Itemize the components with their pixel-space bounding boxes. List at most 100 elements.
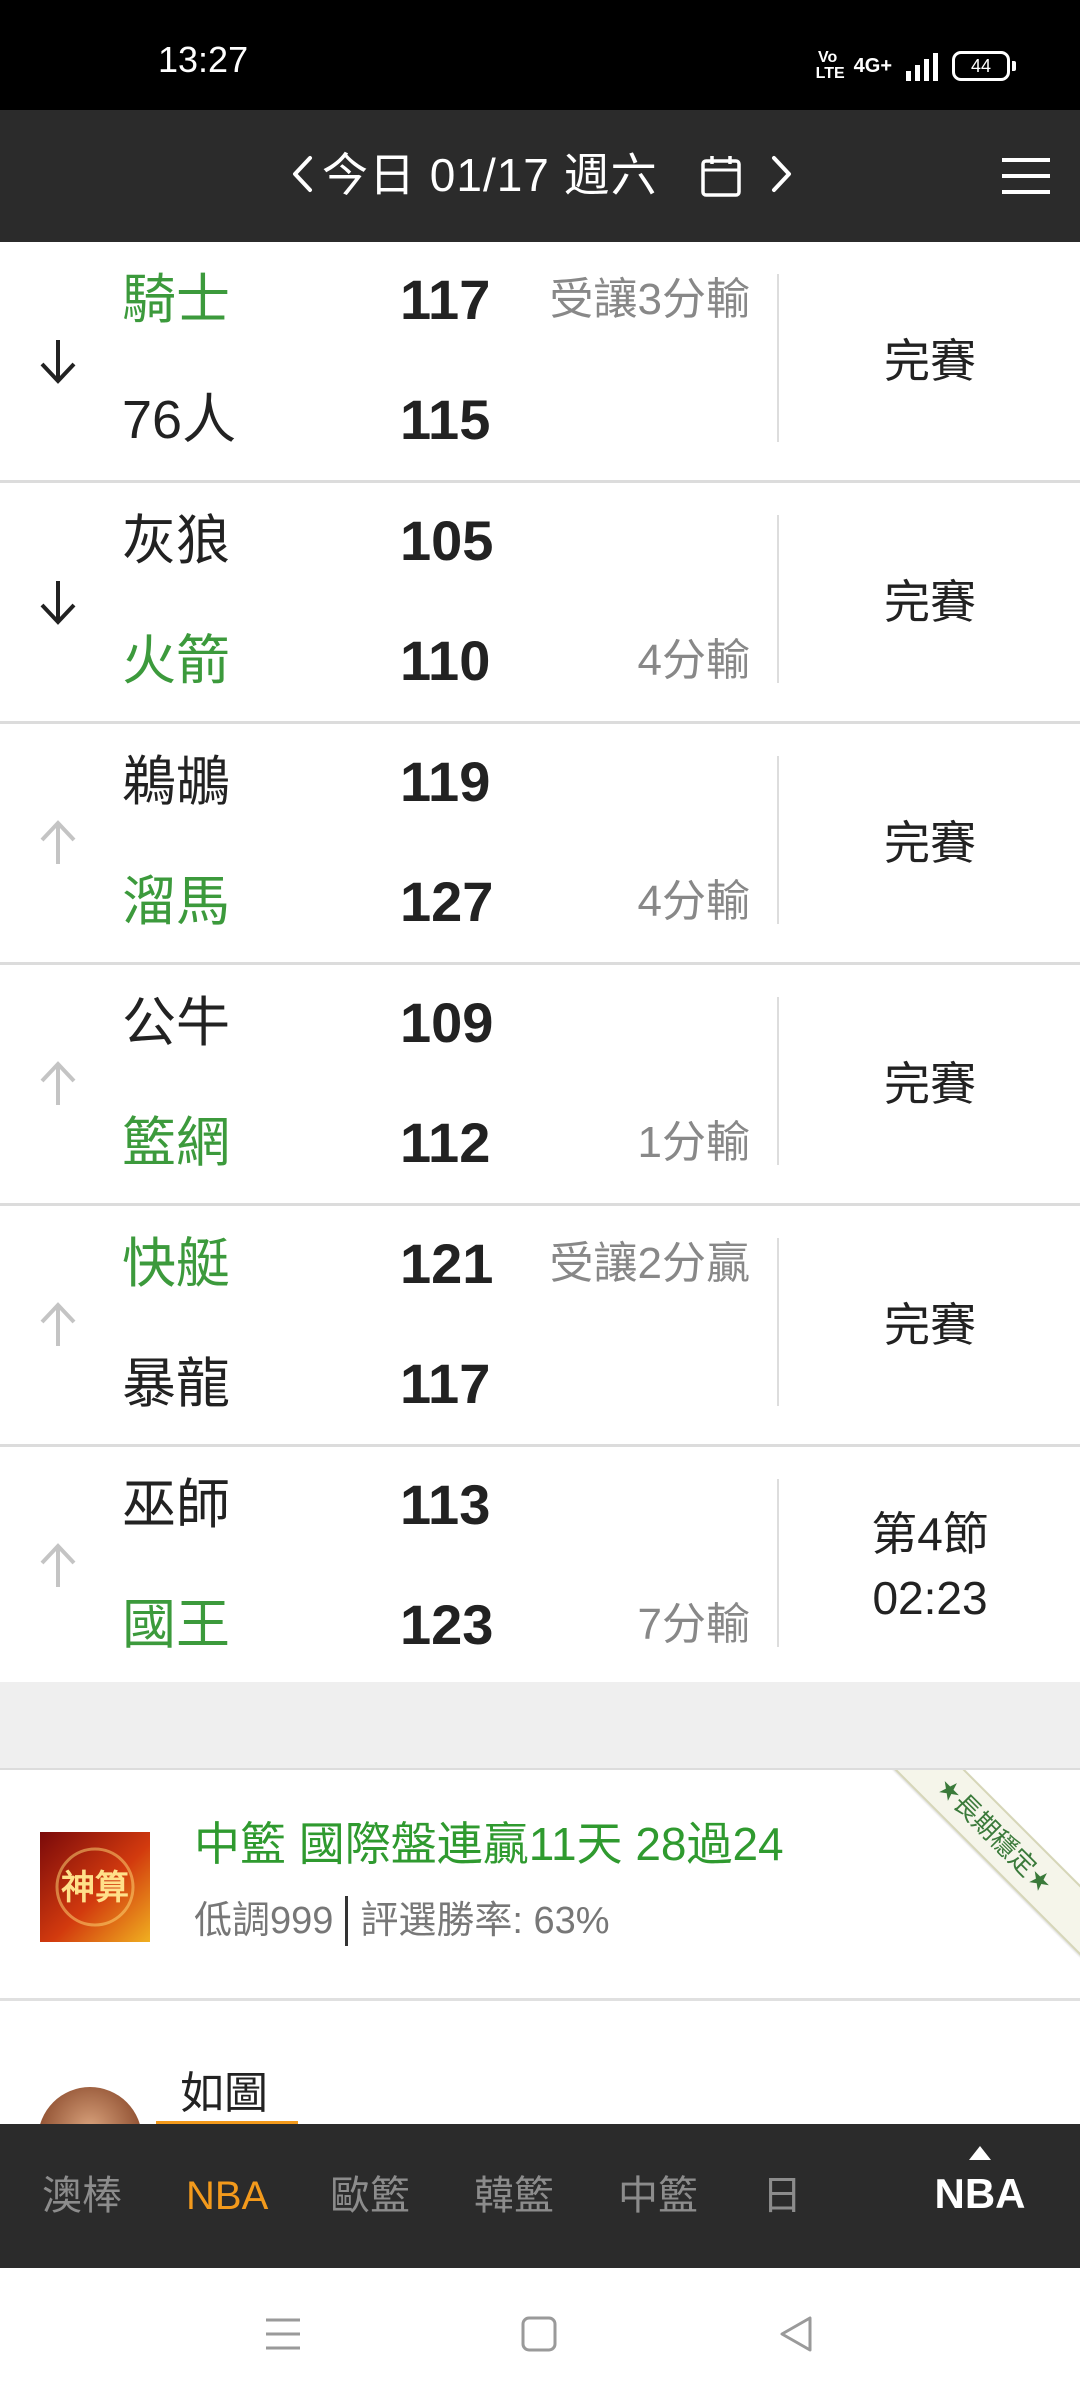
team-name: 鵜鶘: [122, 752, 230, 812]
handicap-note: 受讓2分贏: [549, 1239, 750, 1288]
long-term-stable-ribbon: ★長期穩定★: [873, 1770, 1080, 1957]
divider: [777, 1479, 779, 1647]
team-score: 109: [400, 991, 494, 1054]
status-text: 完賽: [884, 576, 976, 628]
date-header: 今日 01/17 週六: [0, 110, 1080, 242]
handicap-note: 1分輸: [637, 1118, 750, 1167]
handicap-note: 4分輸: [637, 877, 750, 926]
league-selector[interactable]: NBA: [880, 2124, 1080, 2268]
divider: [777, 274, 779, 442]
tab-nba[interactable]: NBA: [186, 2166, 268, 2226]
team-name: 灰狼: [122, 511, 230, 571]
divider: [777, 997, 779, 1165]
home-nav-icon[interactable]: [514, 2312, 564, 2356]
team-name: 溜馬: [122, 872, 230, 932]
games-list: 騎士 117 受讓3分輸 76人 115 完賽 灰狼 105 火箭 110 4分…: [0, 242, 1080, 1688]
promo-logo: 神算: [40, 1832, 150, 1942]
avatar[interactable]: [38, 2087, 142, 2125]
status-bar: 13:27 Vo LTE 4G+ 44: [0, 0, 1080, 110]
tab-china-basketball[interactable]: 中籃: [618, 2166, 698, 2226]
tab-korea-basketball[interactable]: 韓籃: [474, 2166, 554, 2226]
team-score: 127: [400, 870, 494, 933]
game-row[interactable]: 快艇 121 受讓2分贏 暴龍 117 完賽: [0, 1206, 1080, 1447]
handicap-note: 受讓3分輸: [549, 275, 750, 324]
team-name: 暴龍: [122, 1354, 230, 1414]
game-status: 完賽: [780, 1206, 1080, 1444]
promo-win-rate: 評選勝率: 63%: [360, 1900, 610, 1942]
calendar-icon[interactable]: [700, 154, 742, 198]
team-score: 117: [400, 1352, 491, 1415]
post-title[interactable]: 如圖: [180, 2067, 268, 2121]
arrow-up-icon: [40, 1302, 76, 1346]
game-row[interactable]: 巫師 113 國王 123 7分輸 第4節 02:23: [0, 1447, 1080, 1688]
status-time: 13:27: [158, 39, 249, 80]
caret-up-icon: [969, 2146, 991, 2160]
quarter-text: 第4節: [871, 1508, 989, 1560]
svg-text:神算: 神算: [61, 1868, 129, 1908]
promo-subtitle: 低調999 評選勝率: 63%: [194, 1896, 610, 1946]
status-text: 完賽: [884, 1058, 976, 1110]
team-name: 快艇: [122, 1234, 230, 1294]
game-row[interactable]: 鵜鶘 119 溜馬 127 4分輸 完賽: [0, 724, 1080, 965]
system-nav-bar: [0, 2268, 1080, 2400]
status-icons: Vo LTE 4G+ 44: [815, 49, 1016, 82]
network-type: 4G+: [853, 54, 892, 77]
signal-icon: [906, 51, 938, 81]
team-name: 騎士: [122, 270, 230, 330]
game-status: 完賽: [780, 724, 1080, 962]
tab-aussie-baseball[interactable]: 澳棒: [42, 2166, 122, 2226]
team-name: 火箭: [122, 631, 230, 691]
battery-icon: 44: [952, 51, 1016, 81]
team-name: 籃網: [122, 1113, 230, 1173]
promo-logo-art: 神算: [55, 1847, 135, 1927]
hamburger-menu-icon[interactable]: [1000, 154, 1052, 198]
post-card[interactable]: 如圖: [0, 2001, 1080, 2125]
game-status: 第4節 02:23: [780, 1447, 1080, 1685]
promo-card[interactable]: 神算 中籃 國際盤連贏11天 28過24 低調999 評選勝率: 63% ★長期…: [0, 1770, 1080, 2001]
team-score: 110: [400, 629, 491, 692]
arrow-up-icon: [40, 1061, 76, 1105]
game-status: 完賽: [780, 965, 1080, 1203]
status-text: 完賽: [884, 335, 976, 387]
promo-title[interactable]: 中籃 國際盤連贏11天 28過24: [194, 1814, 784, 1874]
divider: [777, 1238, 779, 1406]
team-name: 公牛: [122, 993, 230, 1053]
game-row[interactable]: 灰狼 105 火箭 110 4分輸 完賽: [0, 483, 1080, 724]
team-name: 巫師: [122, 1475, 230, 1535]
game-status: 完賽: [780, 483, 1080, 721]
team-score: 112: [400, 1111, 491, 1174]
divider: [777, 515, 779, 683]
league-selector-label: NBA: [934, 2170, 1026, 2217]
team-score: 119: [400, 750, 491, 813]
chevron-right-icon[interactable]: [770, 154, 794, 194]
game-row[interactable]: 騎士 117 受讓3分輸 76人 115 完賽: [0, 242, 1080, 483]
volte-icon: Vo LTE: [815, 49, 845, 82]
handicap-note: 4分輸: [637, 636, 750, 685]
team-name: 國王: [122, 1595, 230, 1655]
arrow-down-icon: [40, 340, 76, 384]
team-score: 115: [400, 388, 491, 451]
menu-nav-icon[interactable]: [258, 2312, 308, 2356]
divider: [777, 756, 779, 924]
arrow-up-icon: [40, 820, 76, 864]
status-text: 完賽: [884, 1299, 976, 1351]
league-tab-bar: 澳棒 NBA 歐籃 韓籃 中籃 日 NBA: [0, 2124, 1080, 2268]
team-score: 121: [400, 1232, 494, 1295]
team-score: 113: [400, 1473, 491, 1536]
divider: [345, 1896, 349, 1946]
team-name: 76人: [122, 390, 237, 450]
chevron-left-icon[interactable]: [290, 154, 314, 194]
tab-euro-basketball[interactable]: 歐籃: [330, 2166, 410, 2226]
clock-text: 02:23: [872, 1572, 988, 1624]
team-score: 105: [400, 509, 494, 572]
handicap-note: 7分輸: [637, 1600, 750, 1649]
status-text: 完賽: [884, 817, 976, 869]
tab-japan[interactable]: 日: [762, 2166, 802, 2226]
team-score: 123: [400, 1593, 494, 1656]
game-row[interactable]: 公牛 109 籃網 112 1分輸 完賽: [0, 965, 1080, 1206]
arrow-down-icon: [40, 581, 76, 625]
back-nav-icon[interactable]: [772, 2312, 822, 2356]
date-label[interactable]: 今日 01/17 週六: [322, 146, 658, 204]
promo-author[interactable]: 低調999: [194, 1896, 333, 1946]
arrow-up-icon: [40, 1543, 76, 1587]
